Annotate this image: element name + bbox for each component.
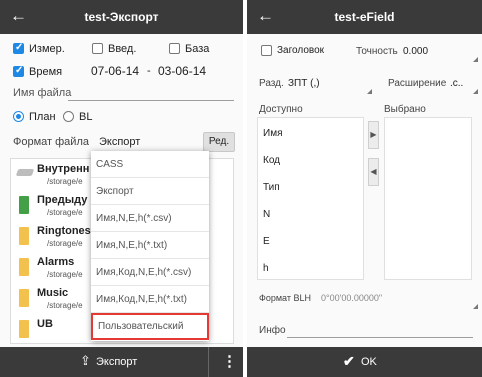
filename-label: Имя файла — [13, 87, 72, 99]
checkmark-icon: ✔ — [343, 353, 355, 369]
blh-format-select[interactable]: 0°00'00.00000" — [321, 293, 382, 303]
dropdown-item-cass[interactable]: CASS — [91, 151, 209, 178]
base-label: База — [185, 43, 210, 55]
separator-dropdown-indicator — [367, 89, 372, 94]
date-separator: - — [147, 65, 151, 77]
export-icon: ⇪ — [80, 353, 91, 368]
drive-icon — [15, 169, 35, 176]
file-format-label: Формат файла — [13, 136, 89, 148]
folder-up-icon — [19, 196, 29, 214]
file-name: UB — [37, 318, 53, 330]
header-checkbox[interactable] — [261, 45, 272, 56]
plan-radio[interactable] — [13, 111, 24, 122]
page-title: test-eField — [334, 10, 395, 24]
field-settings-screen: ← test-eField Заголовок Точность 0.000 Р… — [247, 0, 482, 377]
plan-label: План — [29, 111, 56, 123]
ok-button-label: OK — [361, 356, 377, 368]
dropdown-item-name-neh-csv[interactable]: Имя,N,E,h(*.csv) — [91, 205, 209, 232]
dropdown-item-name-neh-txt[interactable]: Имя,N,E,h(*.txt) — [91, 232, 209, 259]
page-title: test-Экспорт — [84, 10, 159, 24]
dropdown-item-name-code-neh-csv[interactable]: Имя,Код,N,E,h(*.csv) — [91, 259, 209, 286]
bottom-action-bar: ⇪ Экспорт ⋮ — [0, 347, 243, 377]
separator-select[interactable]: ЗПТ (,) — [288, 78, 320, 89]
file-name: Ringtones — [37, 225, 91, 237]
info-input[interactable] — [287, 337, 473, 338]
time-label: Время — [29, 66, 63, 78]
file-path: /storage/e — [47, 208, 83, 217]
file-name: Music — [37, 287, 69, 299]
field-title-bar: ← test-eField — [247, 0, 482, 34]
file-format-select[interactable]: Экспорт — [99, 136, 140, 148]
export-button-label: Экспорт — [96, 356, 138, 368]
filename-input[interactable] — [68, 100, 234, 101]
export-title-bar: ← test-Экспорт — [0, 0, 243, 34]
more-options-icon[interactable]: ⋮ — [222, 352, 237, 370]
extension-label: Расширение — [388, 78, 447, 89]
list-item[interactable]: h — [263, 263, 269, 274]
export-screen: ← test-Экспорт Измер. Введ. База Время 0… — [0, 0, 243, 377]
input-checkbox[interactable] — [92, 43, 103, 54]
info-label: Инфо — [259, 325, 286, 336]
list-item[interactable]: E — [263, 236, 270, 247]
input-label: Введ. — [108, 43, 137, 55]
selected-label: Выбрано — [384, 104, 426, 115]
bl-label: BL — [79, 111, 93, 123]
file-name: Alarms — [37, 256, 75, 268]
list-item[interactable]: Код — [263, 155, 280, 166]
file-path: /storage/e — [47, 301, 83, 310]
date-from-field[interactable]: 07-06-14 — [91, 64, 139, 78]
edit-button[interactable]: Ред. — [203, 132, 235, 152]
list-item[interactable]: N — [263, 209, 270, 220]
selected-fields-list — [384, 117, 472, 280]
folder-icon — [19, 227, 29, 245]
blh-dropdown-indicator — [473, 304, 478, 309]
list-item[interactable]: Тип — [263, 182, 280, 193]
folder-icon — [19, 320, 29, 338]
file-path: /storage/e — [47, 239, 83, 248]
folder-icon — [19, 258, 29, 276]
bl-radio[interactable] — [63, 111, 74, 122]
available-fields-list: Имя Код Тип N E h — [257, 117, 364, 280]
dropdown-item-export[interactable]: Экспорт — [91, 178, 209, 205]
precision-dropdown-indicator — [473, 57, 478, 62]
measure-label: Измер. — [29, 43, 65, 55]
ok-button[interactable]: ✔ OK — [337, 347, 397, 377]
format-dropdown-menu: CASS Экспорт Имя,N,E,h(*.csv) Имя,N,E,h(… — [91, 151, 209, 341]
export-button[interactable]: ⇪ Экспорт — [70, 347, 170, 377]
dropdown-item-name-code-neh-txt[interactable]: Имя,Код,N,E,h(*.txt) — [91, 286, 209, 313]
list-item[interactable]: Имя — [263, 128, 282, 139]
date-to-field[interactable]: 03-06-14 — [158, 64, 206, 78]
dropdown-item-custom[interactable]: Пользовательский — [91, 313, 209, 340]
extension-select[interactable]: .c.. — [450, 78, 463, 89]
base-checkbox[interactable] — [169, 43, 180, 54]
file-name: Предыду — [37, 194, 88, 206]
file-path: /storage/e — [47, 270, 83, 279]
extension-dropdown-indicator — [473, 89, 478, 94]
precision-label: Точность — [356, 46, 398, 57]
file-path: /storage/e — [47, 177, 83, 186]
bar-divider — [208, 347, 209, 377]
precision-select[interactable]: 0.000 — [403, 46, 428, 57]
file-name: Внутренн — [37, 163, 90, 175]
separator-label: Разд. — [259, 78, 284, 89]
available-label: Доступно — [259, 104, 303, 115]
measure-checkbox[interactable] — [13, 42, 24, 54]
folder-icon — [19, 289, 29, 307]
move-left-arrow-icon[interactable]: ◀ — [368, 158, 379, 186]
bottom-action-bar: ✔ OK — [247, 347, 482, 377]
blh-format-label: Формат BLH — [259, 293, 311, 303]
time-checkbox[interactable] — [13, 65, 24, 77]
header-label: Заголовок — [277, 45, 325, 56]
move-right-arrow-icon[interactable]: ▶ — [368, 121, 379, 149]
